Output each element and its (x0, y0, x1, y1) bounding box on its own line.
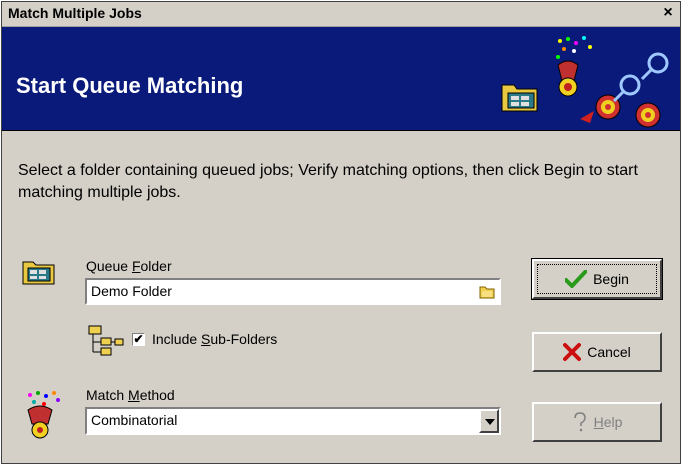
match-target-icon (556, 36, 669, 128)
queue-folder-label: Queue Folder (86, 258, 172, 274)
match-method-select[interactable]: Combinatorial (85, 407, 501, 435)
question-mark-icon (573, 412, 586, 432)
begin-label: Begin (593, 271, 629, 287)
browse-folder-icon[interactable] (479, 284, 495, 300)
match-multiple-jobs-dialog: Match Multiple Jobs × Start Queue Matchi… (1, 1, 681, 464)
title-bar[interactable]: Match Multiple Jobs × (2, 2, 680, 27)
queue-folder-icon (22, 261, 55, 285)
cancel-button[interactable]: Cancel (532, 332, 662, 372)
help-label-accel: H (593, 414, 604, 430)
queue-folder-label-accel: F (131, 258, 141, 274)
help-button[interactable]: Help (532, 402, 662, 442)
match-method-icon (27, 391, 60, 439)
match-method-label: Match Method (86, 387, 175, 403)
window-title: Match Multiple Jobs (8, 5, 142, 21)
queue-folder-label-pre: Queue (86, 258, 132, 274)
match-method-label-post: ethod (139, 387, 175, 403)
match-method-value: Combinatorial (91, 412, 178, 428)
queue-folder-label-post: older (140, 258, 172, 274)
header-banner: Start Queue Matching (2, 27, 680, 131)
help-label-post: elp (603, 414, 623, 430)
instruction-text: Select a folder containing queued jobs; … (18, 162, 638, 201)
include-subfolders-label-pre: Include (152, 331, 202, 347)
checkmark-icon (565, 270, 588, 288)
include-subfolders-label[interactable]: Include Sub-Folders (152, 331, 277, 347)
include-subfolders-label-accel: S (201, 331, 211, 347)
queue-folder-value: Demo Folder (91, 283, 172, 299)
include-subfolders-label-post: ub-Folders (210, 331, 278, 347)
cancel-x-icon (563, 343, 582, 361)
cancel-label: Cancel (587, 344, 631, 360)
folder-tree-icon (88, 325, 124, 356)
page-title: Start Queue Matching (16, 73, 244, 98)
match-method-label-pre: Match (86, 387, 129, 403)
close-button[interactable]: × (660, 5, 676, 21)
queue-folder-field[interactable]: Demo Folder (85, 278, 501, 305)
include-subfolders-checkbox[interactable]: ✔ (132, 333, 145, 346)
folder-icon (501, 84, 538, 112)
dropdown-arrow-icon[interactable] (479, 409, 499, 433)
match-method-label-accel: M (128, 387, 140, 403)
help-label: Help (594, 414, 623, 430)
begin-button[interactable]: Begin (531, 258, 663, 300)
